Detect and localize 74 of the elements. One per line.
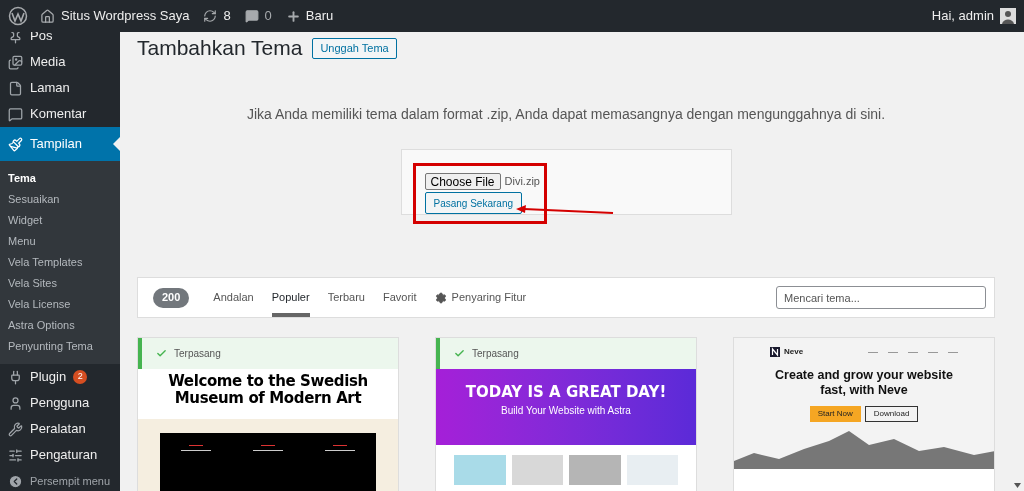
file-name: Divi.zip — [504, 174, 540, 190]
sidebar-item[interactable]: Komentar — [0, 101, 120, 127]
sidebar-item[interactable]: Pengguna — [0, 390, 120, 416]
preview-headline: Welcome to the Swedish Museum of Modern Art — [167, 373, 369, 407]
submenu-item[interactable]: Tema — [0, 168, 120, 189]
page-icon — [8, 80, 23, 96]
filter-tab[interactable]: Populer — [271, 278, 310, 317]
refresh-icon — [203, 9, 218, 23]
submenu-item[interactable]: Vela License — [0, 294, 120, 315]
sidebar-item[interactable]: Peralatan — [0, 416, 120, 442]
page-title: Tambahkan Tema — [137, 35, 303, 62]
comment-icon — [8, 106, 23, 122]
new-link[interactable]: Baru — [285, 6, 334, 26]
count-badge: 2 — [73, 370, 88, 384]
choose-file-button[interactable]: Choose File — [424, 173, 501, 190]
submenu-item[interactable]: Widget — [0, 210, 120, 231]
user-icon — [8, 395, 23, 411]
sidebar-item[interactable]: Pos — [0, 32, 120, 49]
upload-description: Jika Anda memiliki tema dalam format .zip, Anda dapat memasangnya dengan mengunggahnya di sini. — [245, 105, 887, 124]
upload-theme-button[interactable]: Unggah Tema — [312, 37, 397, 59]
filter-tab[interactable]: Terbaru — [327, 278, 365, 317]
paintbrush-icon — [8, 136, 23, 152]
search-field[interactable]: Mencari tema... — [776, 286, 986, 309]
submenu-item[interactable]: Sesuaikan — [0, 189, 120, 210]
plus-icon — [285, 8, 301, 24]
photo-placeholder — [569, 455, 621, 485]
updates-link[interactable]: 8 — [203, 6, 231, 26]
submenu-item[interactable]: Vela Sites — [0, 273, 120, 294]
logo-icon[interactable] — [8, 6, 28, 26]
feature-filter-link[interactable]: Penyaring Fitur — [434, 289, 527, 306]
active-notch-icon — [113, 137, 120, 151]
photo-placeholder — [511, 455, 563, 485]
preview-headline: TODAY IS A GREAT DAY! — [465, 385, 667, 400]
theme-card[interactable]: Terpasang TODAY IS A GREAT DAY! Build Your Website with Astra — [435, 337, 697, 491]
submenu-item[interactable]: Vela Templates — [0, 252, 120, 273]
sidebar-item[interactable]: Media — [0, 49, 120, 75]
plug-icon — [8, 369, 23, 385]
installed-label: Terpasang — [472, 347, 519, 361]
installed-label: Terpasang — [174, 347, 221, 361]
scroll-down-icon[interactable] — [1013, 483, 1021, 488]
preview-brand: Neve — [784, 346, 804, 358]
theme-card[interactable]: Neve Create and grow your website fast, with Neve Start Now Download — [733, 337, 995, 491]
comment-icon — [244, 9, 259, 23]
theme-count-badge: 200 — [153, 287, 190, 308]
submenu-item[interactable]: Astra Options — [0, 315, 120, 336]
collapse-menu-button[interactable]: Persempit menu — [0, 468, 120, 491]
sidebar-item[interactable]: Pengaturan — [0, 442, 120, 468]
install-now-button[interactable]: Pasang Sekarang — [424, 192, 522, 214]
sidebar-item[interactable]: Plugin 2 — [0, 364, 120, 390]
submenu-item[interactable]: Menu — [0, 231, 120, 252]
preview-subheadline: Build Your Website with Astra — [501, 406, 631, 416]
preview-start-button: Start Now — [809, 406, 861, 422]
settings-icon — [434, 291, 447, 304]
filter-tab[interactable]: Favorit — [382, 278, 417, 317]
avatar-icon — [1000, 8, 1016, 24]
comments-link[interactable]: 0 — [244, 6, 272, 26]
pushpin-icon — [8, 32, 23, 44]
images-icon — [8, 54, 23, 70]
preview-download-button: Download — [864, 406, 919, 422]
submenu-item[interactable]: Penyunting Tema — [0, 336, 120, 357]
logo-icon — [770, 347, 780, 357]
check-icon — [156, 348, 167, 359]
sidebar-item[interactable]: Laman — [0, 75, 120, 101]
preview-headline: Create and grow your website fast, with Neve — [774, 368, 954, 398]
filter-tab[interactable]: Andalan — [213, 278, 254, 317]
sliders-icon — [8, 447, 23, 463]
check-icon — [454, 348, 465, 359]
sidebar-item[interactable]: Tampilan — [0, 127, 120, 161]
home-icon — [40, 8, 55, 24]
photo-placeholder — [454, 455, 506, 485]
wrench-icon — [8, 421, 23, 437]
account-link[interactable]: Hai, admin — [931, 6, 1016, 26]
site-link[interactable]: Situs Wordpress Saya — [40, 6, 190, 26]
theme-card[interactable]: Terpasang Welcome to the Swedish Museum of Modern Art — [137, 337, 399, 491]
